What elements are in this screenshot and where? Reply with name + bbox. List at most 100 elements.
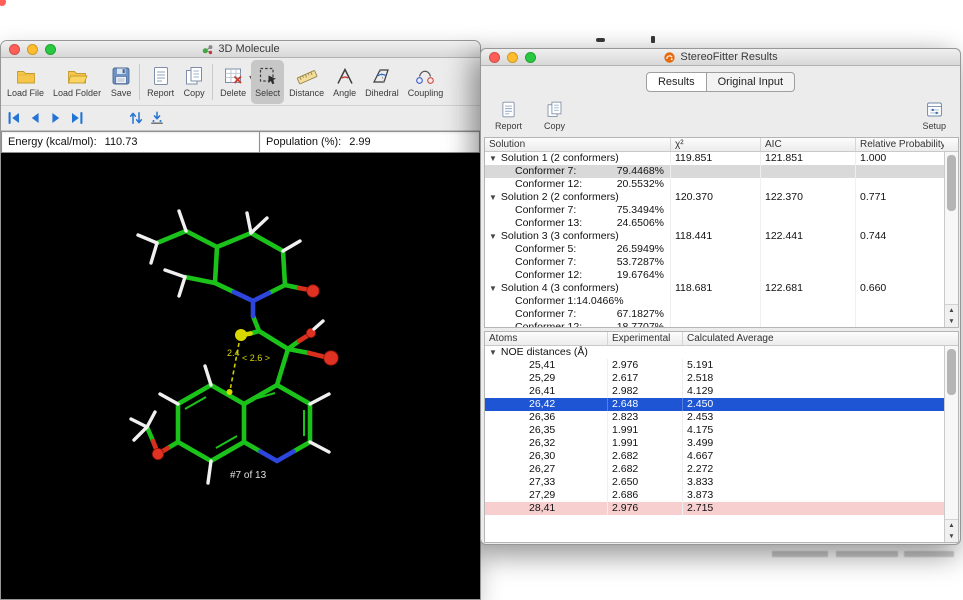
noe-row[interactable]: 27,332.6503.833 [485, 476, 944, 489]
disclosure-triangle-icon[interactable]: ▼ [489, 348, 497, 357]
previous-conformer-button[interactable] [26, 109, 44, 127]
conformer-row[interactable]: Conformer 13:24.6506% [485, 217, 944, 230]
load-folder-button[interactable]: Load Folder [49, 60, 105, 104]
close-button[interactable] [9, 44, 20, 55]
scroll-down-icon[interactable]: ▼ [945, 531, 958, 542]
last-conformer-button[interactable] [68, 109, 86, 127]
aic-cell [761, 321, 856, 327]
toolbar-separator [212, 64, 213, 100]
conformer-row[interactable]: Conformer 12:19.6764% [485, 269, 944, 282]
dihedral-button[interactable]: Dihedral [361, 60, 403, 104]
angle-button[interactable]: Angle [329, 60, 360, 104]
col-atoms[interactable]: Atoms [485, 332, 608, 345]
noe-row[interactable]: 26,422.6482.450 [485, 398, 944, 411]
solution-label: Solution 4 (3 conformers) [501, 282, 619, 294]
scrollbar-thumb[interactable] [947, 349, 956, 395]
noe-row[interactable]: 28,412.9762.715 [485, 502, 944, 515]
atoms-scrollbar[interactable]: ▲ ▼ [944, 346, 958, 542]
load-file-button[interactable]: Load File [3, 60, 48, 104]
conformer-row[interactable]: Conformer 5:26.5949% [485, 243, 944, 256]
conformer-counter: #7 of 13 [230, 470, 266, 481]
last-icon [69, 110, 85, 126]
noe-row[interactable]: 25,412.9765.191 [485, 359, 944, 372]
aic-cell [761, 269, 856, 282]
first-conformer-button[interactable] [5, 109, 23, 127]
conformer-cell: Conformer 13:24.6506% [485, 217, 671, 230]
toolbar-label: Select [255, 88, 280, 98]
disclosure-triangle-icon[interactable]: ▼ [489, 154, 497, 163]
noe-row[interactable]: 26,412.9824.129 [485, 385, 944, 398]
report-button[interactable]: Report [143, 60, 178, 104]
noe-row[interactable]: 26,351.9914.175 [485, 424, 944, 437]
tab-results[interactable]: Results [646, 72, 707, 92]
energy-field[interactable]: Energy (kcal/mol): 110.73 [1, 131, 260, 153]
report-button[interactable]: Report [495, 100, 522, 131]
scroll-down-icon[interactable]: ▼ [945, 316, 958, 327]
disclosure-triangle-icon[interactable]: ▼ [489, 193, 497, 202]
atoms-cell: 26,32 [485, 437, 608, 450]
copy-button[interactable]: Copy [544, 100, 565, 131]
solution-cell: ▼ Solution 4 (3 conformers) [485, 282, 671, 295]
copy-button[interactable]: Copy [179, 60, 209, 104]
experimental-cell: 2.617 [608, 372, 683, 385]
col-aic[interactable]: AIC [761, 138, 856, 151]
align-button[interactable] [148, 109, 166, 127]
solution-row[interactable]: ▼Solution 2 (2 conformers)120.370122.370… [485, 191, 944, 204]
tab-original-input[interactable]: Original Input [707, 72, 795, 92]
zoom-button[interactable] [45, 44, 56, 55]
conformer-row[interactable]: Conformer 7:67.1827% [485, 308, 944, 321]
solution-row[interactable]: ▼Solution 4 (3 conformers)118.681122.681… [485, 282, 944, 295]
solutions-table-body: ▼Solution 1 (2 conformers)119.851121.851… [485, 152, 944, 327]
coupling-button[interactable]: Coupling [404, 60, 448, 104]
noe-row[interactable]: 26,362.8232.453 [485, 411, 944, 424]
select-button[interactable]: Select [251, 60, 284, 104]
disclosure-triangle-icon[interactable]: ▼ [489, 284, 497, 293]
noe-bound-label: < 2.6 > [242, 353, 270, 363]
atoms-cell: 26,30 [485, 450, 608, 463]
conformer-row[interactable]: Conformer 1:14.0466% [485, 295, 944, 308]
conformer-row[interactable]: Conformer 7:53.7287% [485, 256, 944, 269]
disclosure-triangle-icon[interactable]: ▼ [489, 232, 497, 241]
mol-titlebar[interactable]: 3D Molecule [1, 41, 480, 58]
atoms-table-body: ▼NOE distances (Å)25,412.9765.19125,292.… [485, 346, 944, 542]
conformer-row[interactable]: Conformer 7:75.3494% [485, 204, 944, 217]
experimental-cell: 2.682 [608, 463, 683, 476]
next-conformer-button[interactable] [47, 109, 65, 127]
noe-row[interactable]: 26,321.9913.499 [485, 437, 944, 450]
minimize-button[interactable] [27, 44, 38, 55]
superpose-button[interactable] [127, 109, 145, 127]
scroll-up-icon[interactable]: ▲ [945, 305, 958, 316]
population-field[interactable]: Population (%): 2.99 [260, 131, 480, 153]
close-button[interactable] [489, 52, 500, 63]
solution-row[interactable]: ▼Solution 1 (2 conformers)119.851121.851… [485, 152, 944, 165]
first-icon [6, 110, 22, 126]
solutions-scrollbar[interactable]: ▲ ▼ [944, 152, 958, 327]
atoms-cell: 25,41 [485, 359, 608, 372]
zoom-button[interactable] [525, 52, 536, 63]
group-row[interactable]: ▼NOE distances (Å) [485, 346, 944, 359]
sf-titlebar[interactable]: StereoFitter Results [481, 49, 960, 66]
delete-button[interactable]: Delete▾ [216, 60, 250, 104]
col-chi2[interactable]: χ² [671, 138, 761, 151]
conformer-row[interactable]: Conformer 12:20.5532% [485, 178, 944, 191]
solution-row[interactable]: ▼Solution 3 (3 conformers)118.441122.441… [485, 230, 944, 243]
noe-row[interactable]: 25,292.6172.518 [485, 372, 944, 385]
distance-button[interactable]: Distance [285, 60, 328, 104]
molecule-viewer[interactable]: 2.4 < 2.6 > #7 of 13 [1, 153, 480, 599]
setup-button[interactable]: Setup [922, 100, 946, 131]
noe-row[interactable]: 26,302.6824.667 [485, 450, 944, 463]
scrollbar-thumb[interactable] [947, 155, 956, 211]
scroll-up-icon[interactable]: ▲ [945, 520, 958, 531]
col-experimental[interactable]: Experimental [608, 332, 683, 345]
save-button[interactable]: Save [106, 60, 136, 104]
noe-row[interactable]: 26,272.6822.272 [485, 463, 944, 476]
conformer-row[interactable]: Conformer 12:18.7707% [485, 321, 944, 327]
noe-row[interactable]: 27,292.6863.873 [485, 489, 944, 502]
col-solution[interactable]: Solution [485, 138, 671, 151]
minimize-button[interactable] [507, 52, 518, 63]
conformer-row[interactable]: Conformer 7:79.4468% [485, 165, 944, 178]
conformer-cell: Conformer 1:14.0466% [485, 295, 671, 308]
col-calculated-average[interactable]: Calculated Average [683, 332, 944, 345]
col-relative-probability[interactable]: Relative Probability [856, 138, 944, 151]
relative-probability-cell [856, 256, 944, 269]
